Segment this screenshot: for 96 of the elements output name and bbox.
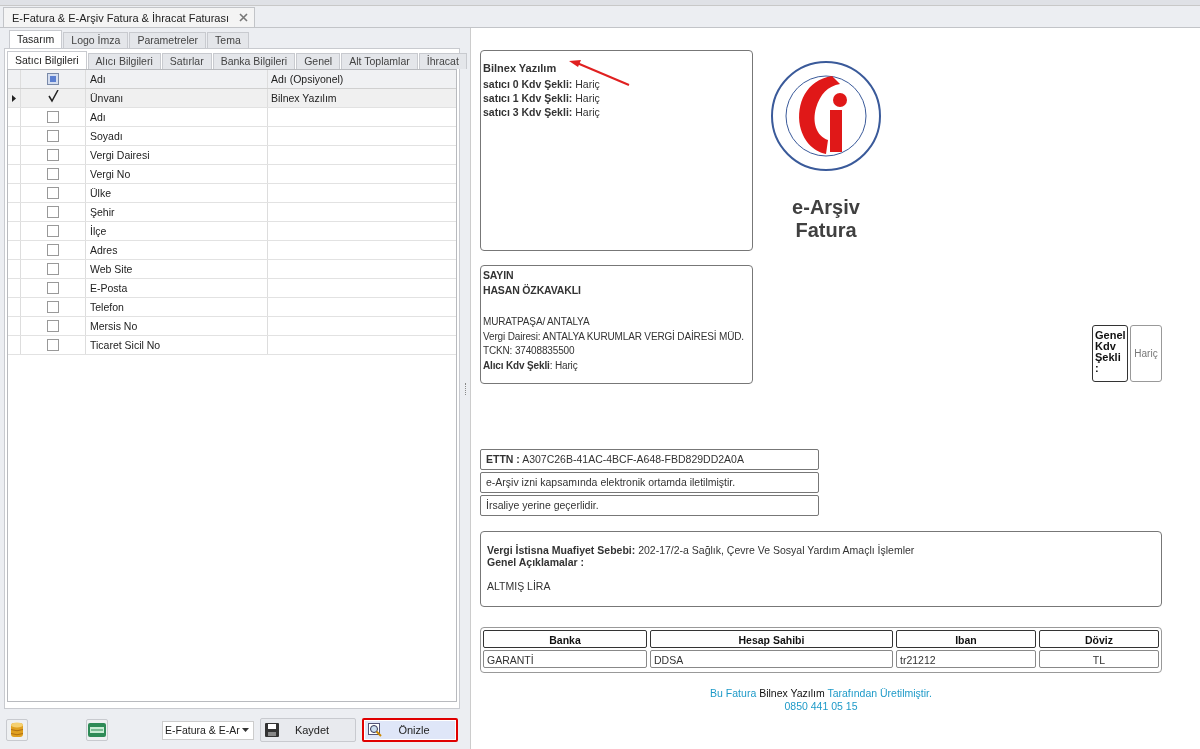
grid-row[interactable]: E-Posta xyxy=(8,279,456,298)
grid-row[interactable]: Ünvanı Bilnex Yazılım xyxy=(8,89,456,108)
buyer-heading: SAYIN xyxy=(483,268,515,283)
database-button[interactable] xyxy=(6,719,28,741)
table-cell: Adı xyxy=(90,111,106,123)
seller-kdv-line: satıcı 1 Kdv Şekli: Hariç xyxy=(483,91,601,105)
column-header[interactable]: Adı xyxy=(86,70,268,88)
checkbox[interactable] xyxy=(47,225,59,237)
table-cell: Adres xyxy=(90,244,118,256)
column-header: Banka xyxy=(483,630,647,648)
table-cell: Ülke xyxy=(90,187,111,199)
checkbox[interactable] xyxy=(47,111,59,123)
table-cell: İlçe xyxy=(90,225,107,237)
general-kdv-label: Genel Kdv Şekli : xyxy=(1092,325,1128,382)
grid-row[interactable]: Adres xyxy=(8,241,456,260)
tab[interactable]: Tasarım xyxy=(9,30,63,48)
header-checkbox[interactable] xyxy=(47,73,59,85)
table-cell: TL xyxy=(1039,650,1159,668)
tab[interactable]: Satırlar xyxy=(161,53,212,69)
document-title: Fatura xyxy=(794,219,858,242)
grid-row[interactable]: Vergi Dairesi xyxy=(8,146,456,165)
preview-button[interactable]: Önizle xyxy=(362,718,458,742)
seller-kdv-line: satıcı 0 Kdv Şekli: Hariç xyxy=(483,77,601,91)
tab[interactable]: Alt Toplamlar xyxy=(341,53,418,69)
column-header[interactable]: Adı (Opsiyonel) xyxy=(268,70,456,88)
general-kdv-value: Hariç xyxy=(1130,325,1162,382)
checkbox[interactable] xyxy=(47,263,59,275)
table-cell: Vergi No xyxy=(90,168,131,180)
tab[interactable]: Banka Bilgileri xyxy=(212,53,296,69)
checkbox[interactable] xyxy=(47,206,59,218)
tab[interactable]: Alıcı Bilgileri xyxy=(87,53,161,69)
grid-row[interactable]: Şehir xyxy=(8,203,456,222)
table-cell: tr21212 xyxy=(896,650,1036,668)
exemption-reason: Vergi İstisna Muafiyet Sebebi: 202-17/2-a Sağlık, Çevre Ve Sosyal Yardım Amaçlı İşlemler xyxy=(487,544,916,556)
buyer-detail: TCKN: 37408835500 xyxy=(483,344,576,358)
close-icon[interactable] xyxy=(239,13,248,22)
amount-in-words: ALTMIŞ LİRA xyxy=(487,580,552,592)
grid-row[interactable]: Adı xyxy=(8,108,456,127)
checkbox[interactable] xyxy=(47,187,59,199)
grid-row[interactable]: Ülke xyxy=(8,184,456,203)
column-header: Döviz xyxy=(1039,630,1159,648)
save-button[interactable]: Kaydet xyxy=(260,718,356,742)
document-tab-title: E-Fatura & E-Arşiv Fatura & İhracat Faturası xyxy=(12,11,229,24)
general-notes-label: Genel Açıklamalar : xyxy=(487,556,586,568)
table-cell: Şehir xyxy=(90,206,115,218)
grid-row[interactable]: Telefon xyxy=(8,298,456,317)
seller-name: Bilnex Yazılım xyxy=(483,61,557,76)
table-cell: Web Site xyxy=(90,263,133,275)
export-button[interactable] xyxy=(86,719,108,741)
table-cell: Bilnex Yazılım xyxy=(271,92,337,104)
checkbox[interactable] xyxy=(47,149,59,161)
table-cell: Ticaret Sicil No xyxy=(90,339,161,351)
checkbox[interactable] xyxy=(47,130,59,142)
buyer-detail: MURATPAŞA/ ANTALYA xyxy=(483,315,591,329)
tab[interactable]: Tema xyxy=(207,32,249,48)
document-title: e-Arşiv xyxy=(792,196,860,219)
tab[interactable]: Logo İmza xyxy=(63,32,129,48)
template-dropdown[interactable]: E-Fatura & E-Ar xyxy=(162,720,254,740)
dropdown-caret-icon xyxy=(242,728,249,732)
seller-kdv-line: satıcı 3 Kdv Şekli: Hariç xyxy=(483,105,601,119)
tab[interactable]: Satıcı Bilgileri xyxy=(7,51,87,69)
checkbox[interactable] xyxy=(47,168,59,180)
table-cell: E-Posta xyxy=(90,282,128,294)
checkbox[interactable] xyxy=(47,92,59,104)
table-cell: DDSA xyxy=(650,650,893,668)
tab[interactable]: İhracat xyxy=(418,53,467,69)
footer-credit: Bu Fatura Bilnex Yazılım Tarafından Üretilmiştir. xyxy=(709,687,933,700)
grid-row[interactable]: Web Site xyxy=(8,260,456,279)
table-cell: Mersis No xyxy=(90,320,138,332)
column-header: Iban xyxy=(896,630,1036,648)
grid-row[interactable]: Vergi No xyxy=(8,165,456,184)
grid-row[interactable]: Ticaret Sicil No xyxy=(8,336,456,355)
tab[interactable]: Parametreler xyxy=(129,32,207,48)
checkbox[interactable] xyxy=(47,339,59,351)
magnifier-icon xyxy=(368,723,382,737)
grid-row[interactable]: Mersis No xyxy=(8,317,456,336)
tab[interactable]: Genel xyxy=(296,53,341,69)
seal-logo-icon xyxy=(770,60,882,172)
table-cell: Telefon xyxy=(90,301,124,313)
document-tab[interactable]: E-Fatura & E-Arşiv Fatura & İhracat Faturası xyxy=(3,7,255,27)
column-header: Hesap Sahibi xyxy=(650,630,893,648)
grid-row[interactable]: İlçe xyxy=(8,222,456,241)
grid-row[interactable]: Soyadı xyxy=(8,127,456,146)
table-cell: GARANTİ xyxy=(483,650,647,668)
buyer-kdv-line: Alıcı Kdv Şekli: Hariç xyxy=(483,358,579,373)
checkbox[interactable] xyxy=(47,301,59,313)
table-cell: Vergi Dairesi xyxy=(90,149,150,161)
table-cell: Ünvanı xyxy=(90,92,124,104)
row-indicator-icon xyxy=(12,94,16,102)
table-cell: Soyadı xyxy=(90,130,123,142)
footer-phone: 0850 441 05 15 xyxy=(783,700,859,713)
buyer-name: HASAN ÖZKAVAKLI xyxy=(483,282,582,297)
checkbox[interactable] xyxy=(47,244,59,256)
checkbox[interactable] xyxy=(47,320,59,332)
checkbox[interactable] xyxy=(47,282,59,294)
buyer-detail: Vergi Dairesi: ANTALYA KURUMLAR VERGİ DAİRESİ MÜD. xyxy=(483,329,745,344)
